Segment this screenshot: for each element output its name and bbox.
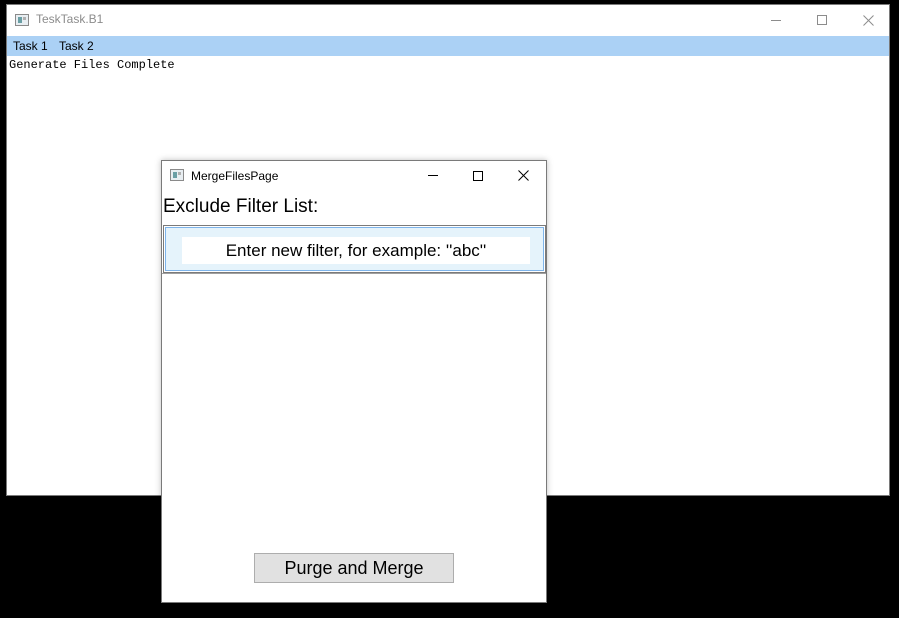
- window-title: TeskTask.B1: [36, 12, 104, 26]
- minimize-icon[interactable]: [753, 5, 799, 35]
- divider: [162, 273, 546, 274]
- merge-files-dialog: MergeFilesPage Exclude Filter List: Purg…: [161, 160, 547, 603]
- status-text: Generate Files Complete: [9, 58, 175, 72]
- close-icon[interactable]: [845, 5, 891, 35]
- dialog-title: MergeFilesPage: [191, 169, 279, 183]
- app-window-icon: [170, 169, 184, 181]
- dialog-title-bar[interactable]: MergeFilesPage: [162, 161, 546, 190]
- close-icon[interactable]: [500, 161, 546, 190]
- app-window-icon: [15, 14, 29, 26]
- filter-list-heading: Exclude Filter List:: [163, 196, 319, 217]
- main-title-bar[interactable]: TeskTask.B1: [7, 5, 889, 36]
- new-filter-input[interactable]: [182, 237, 530, 264]
- filter-list[interactable]: [163, 225, 546, 273]
- menu-bar: Task 1 Task 2: [7, 36, 889, 56]
- purge-and-merge-button[interactable]: Purge and Merge: [254, 553, 454, 583]
- minimize-icon[interactable]: [410, 161, 456, 190]
- maximize-icon[interactable]: [799, 5, 845, 35]
- menu-item-task-2[interactable]: Task 2: [59, 39, 94, 53]
- menu-item-task-1[interactable]: Task 1: [13, 39, 48, 53]
- maximize-icon[interactable]: [455, 161, 501, 190]
- filter-list-row[interactable]: [165, 227, 544, 271]
